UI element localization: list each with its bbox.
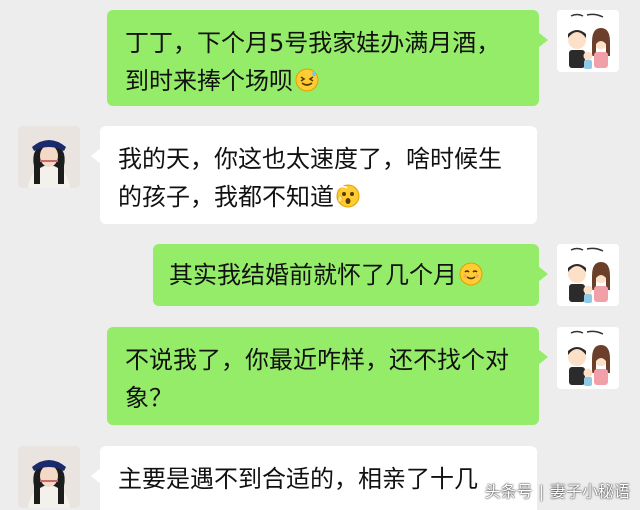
message-bubble-incoming[interactable]: 主要是遇不到合适的，相亲了十几: [91, 446, 537, 510]
message-text: 其实我结婚前就怀了几个月: [169, 261, 457, 289]
my-avatar[interactable]: [557, 327, 619, 389]
message-text: 不说我了，你最近咋样，还不找个对象？: [125, 346, 509, 412]
contact-avatar[interactable]: [18, 446, 80, 508]
message-bubble-incoming[interactable]: 我的天，你这也太速度了，啥时候生的孩子，我都不知道: [91, 126, 537, 224]
watermark-account: 妻子小秘语: [549, 482, 630, 501]
message-text: 我的天，你这也太速度了，啥时候生的孩子，我都不知道: [118, 145, 502, 211]
watermark-platform: 头条号: [484, 482, 533, 501]
contact-avatar[interactable]: [18, 126, 80, 188]
message-bubble-outgoing[interactable]: 其实我结婚前就怀了几个月: [153, 244, 548, 306]
shocked-emoji: [336, 181, 360, 208]
grin-sweat-emoji: [295, 65, 319, 92]
smile-emoji: [459, 259, 483, 286]
watermark-separator: |: [538, 482, 544, 501]
chat-window: 丁丁，下个月5号我家娃办满月酒，到时来捧个场呗 我的天，你这也太速度了，啥时候生…: [0, 0, 640, 510]
my-avatar[interactable]: [557, 244, 619, 306]
message-bubble-outgoing[interactable]: 丁丁，下个月5号我家娃办满月酒，到时来捧个场呗: [107, 10, 548, 106]
my-avatar[interactable]: [557, 10, 619, 72]
message-text: 主要是遇不到合适的，相亲了十几: [118, 465, 478, 493]
watermark: 头条号 | 妻子小秘语: [485, 478, 630, 502]
message-bubble-outgoing[interactable]: 不说我了，你最近咋样，还不找个对象？: [107, 327, 548, 425]
